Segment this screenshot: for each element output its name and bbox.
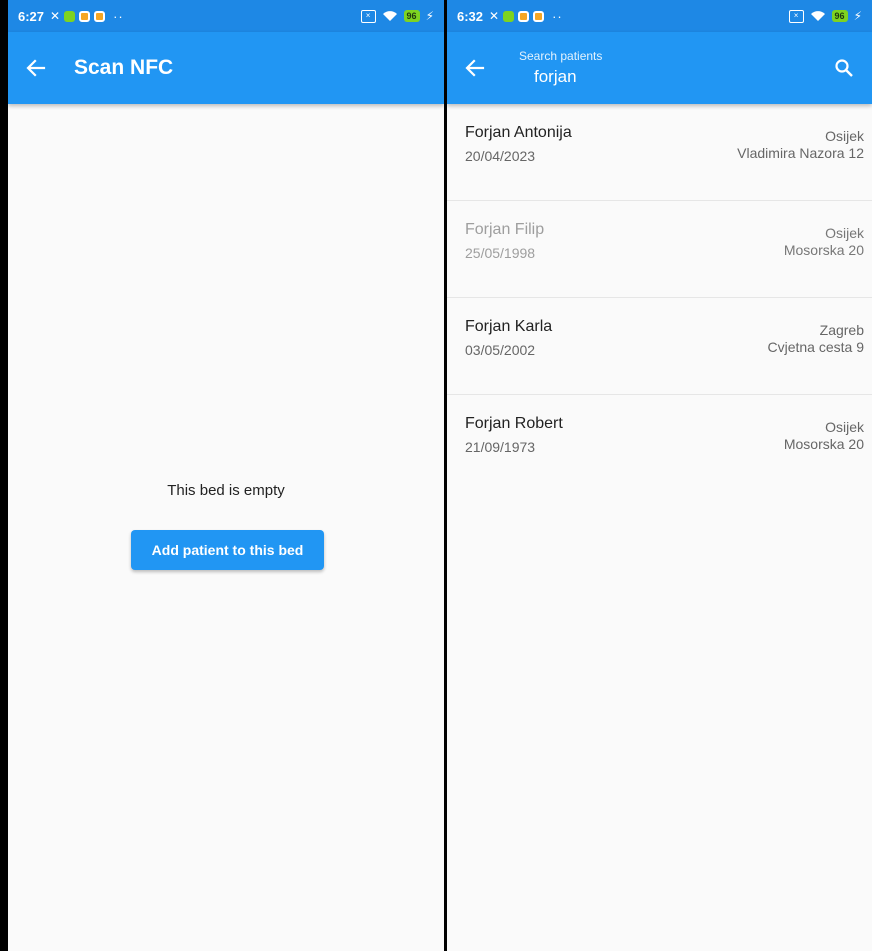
- charging-icon: ⚡: [425, 9, 434, 23]
- more-notifications-icon: ··: [552, 8, 563, 24]
- bed-content: This bed is empty Add patient to this be…: [8, 104, 444, 951]
- app-notification-icon: [79, 10, 91, 22]
- app-notification-icon: [64, 10, 76, 22]
- app-notification-icon: [503, 10, 515, 22]
- page-title: Scan NFC: [74, 56, 174, 79]
- patient-dob: 21/09/1973: [465, 439, 536, 455]
- patient-row[interactable]: Forjan Karla 03/05/2002 Zagreb Cvjetna c…: [447, 298, 872, 395]
- patient-city: Zagreb: [819, 322, 864, 338]
- back-button[interactable]: [447, 40, 503, 96]
- patient-row[interactable]: Forjan Filip 25/05/1998 Osijek Mosorska …: [447, 201, 872, 298]
- arrow-left-icon: [465, 59, 485, 77]
- app-notification-icon: [94, 10, 106, 22]
- no-sim-icon: ×: [360, 9, 376, 23]
- status-time: 6:27: [18, 8, 45, 24]
- more-notifications-icon: ··: [113, 8, 124, 24]
- patient-name: Forjan Antonija: [465, 124, 572, 141]
- patient-city: Osijek: [825, 225, 864, 241]
- patient-city: Osijek: [825, 128, 864, 144]
- patient-street: Vladimira Nazora 12: [737, 145, 864, 161]
- patient-row[interactable]: Forjan Antonija 20/04/2023 Osijek Vladim…: [447, 104, 872, 201]
- patient-street: Mosorska 20: [783, 436, 864, 452]
- notification-icons: ✕ ··: [489, 9, 563, 24]
- patient-row[interactable]: Forjan Robert 21/09/1973 Osijek Mosorska…: [447, 395, 872, 492]
- search-button[interactable]: [816, 40, 872, 96]
- patient-dob: 20/04/2023: [465, 148, 536, 164]
- mute-icon: ✕: [50, 9, 61, 23]
- app-notification-icon: [518, 10, 530, 22]
- arrow-left-icon: [26, 59, 46, 77]
- battery-icon: 96: [831, 10, 848, 22]
- mute-icon: ✕: [489, 9, 500, 23]
- patient-list: Forjan Antonija 20/04/2023 Osijek Vladim…: [447, 104, 872, 492]
- status-right-icons: × 96 ⚡: [360, 0, 434, 32]
- search-patients-screen: 6:32 ✕ ·· × 96 ⚡ Search patients forjan: [447, 0, 872, 951]
- wifi-icon: [810, 11, 825, 21]
- status-bar: 6:27 ✕ ·· × 96 ⚡: [8, 0, 444, 32]
- empty-bed-message: This bed is empty: [167, 482, 285, 499]
- status-bar: 6:32 ✕ ·· × 96 ⚡: [447, 0, 872, 32]
- patient-name: Forjan Robert: [465, 415, 563, 432]
- patient-city: Osijek: [825, 419, 864, 435]
- patient-name: Forjan Filip: [465, 221, 545, 238]
- patient-dob: 25/05/1998: [465, 245, 536, 261]
- search-icon: [835, 59, 853, 77]
- app-bar: Scan NFC: [8, 32, 444, 104]
- search-field[interactable]: Search patients forjan: [509, 49, 816, 87]
- patient-dob: 03/05/2002: [465, 342, 536, 358]
- patient-street: Mosorska 20: [783, 242, 864, 258]
- scan-nfc-screen: 6:27 ✕ ·· × 96 ⚡ Scan NFC This bed is em…: [8, 0, 444, 951]
- patient-name: Forjan Karla: [465, 318, 553, 335]
- search-label: Search patients: [519, 49, 603, 63]
- notification-icons: ✕ ··: [50, 9, 124, 24]
- status-right-icons: × 96 ⚡: [788, 0, 862, 32]
- patient-street: Cvjetna cesta 9: [767, 339, 865, 355]
- battery-icon: 96: [403, 10, 420, 22]
- app-bar: Search patients forjan: [447, 32, 872, 104]
- status-time: 6:32: [457, 8, 484, 24]
- back-button[interactable]: [8, 40, 64, 96]
- add-patient-button[interactable]: Add patient to this bed: [131, 530, 324, 570]
- wifi-icon: [382, 11, 397, 21]
- app-notification-icon: [533, 10, 545, 22]
- no-sim-icon: ×: [788, 9, 804, 23]
- search-input[interactable]: forjan: [534, 67, 816, 87]
- charging-icon: ⚡: [853, 9, 862, 23]
